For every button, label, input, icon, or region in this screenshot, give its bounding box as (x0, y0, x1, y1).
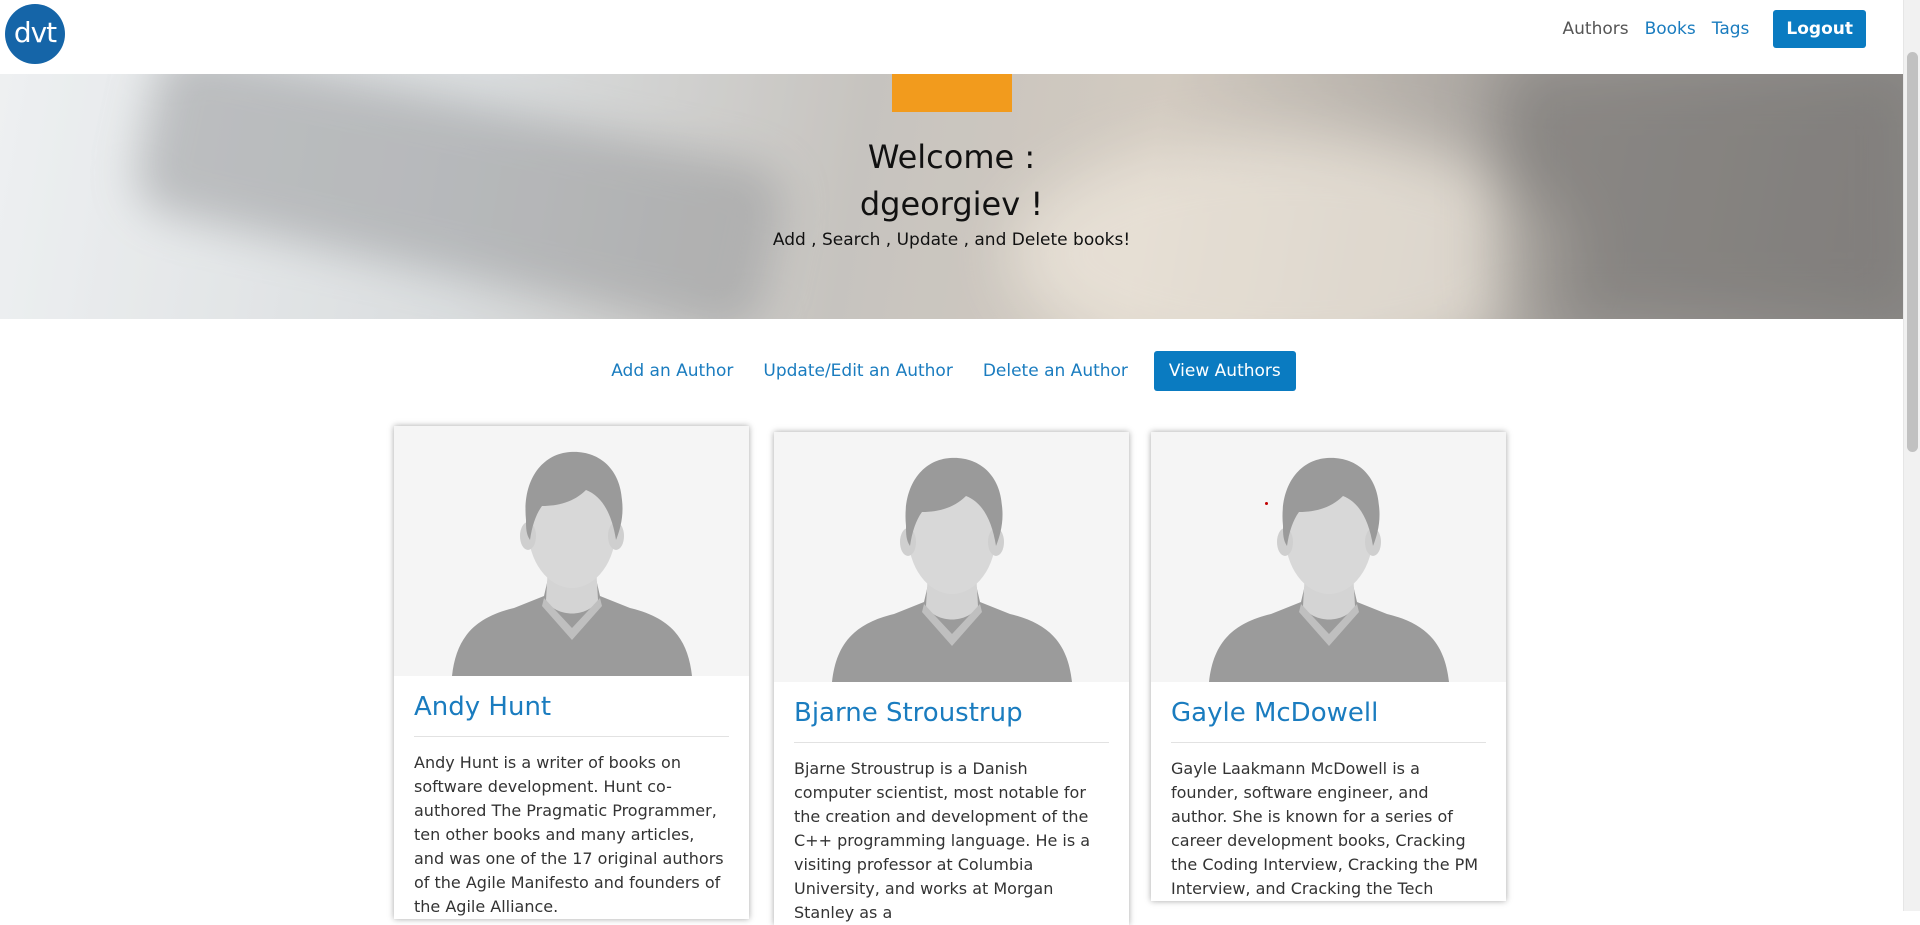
avatar-placeholder-icon (831, 457, 1072, 682)
author-card[interactable]: Gayle McDowell Gayle Laakmann McDowell i… (1151, 432, 1506, 901)
add-author-link[interactable]: Add an Author (607, 361, 737, 381)
nav-link-books[interactable]: Books (1645, 19, 1696, 39)
nav-link-tags[interactable]: Tags (1712, 19, 1750, 39)
delete-author-link[interactable]: Delete an Author (979, 361, 1132, 381)
top-navbar: dvt Authors Books Tags Logout (0, 0, 1903, 74)
author-avatar (774, 432, 1129, 682)
main-nav: Authors Books Tags Logout (1563, 10, 1866, 48)
hero-accent-bar (892, 74, 1012, 112)
logo[interactable]: dvt (5, 4, 65, 64)
author-avatar (1151, 432, 1506, 682)
author-name[interactable]: Gayle McDowell (1171, 698, 1486, 743)
author-description: Andy Hunt is a writer of books on softwa… (414, 753, 724, 916)
author-name[interactable]: Bjarne Stroustrup (794, 698, 1109, 743)
logout-button[interactable]: Logout (1773, 10, 1866, 48)
welcome-heading: Welcome : dgeorgiev ! (0, 134, 1903, 228)
hero-subtitle: Add , Search , Update , and Delete books… (772, 230, 1131, 250)
author-avatar (394, 426, 749, 676)
view-authors-button[interactable]: View Authors (1153, 351, 1296, 391)
page-scrollbar[interactable] (1903, 0, 1920, 911)
welcome-line: Welcome : (867, 138, 1036, 176)
author-card[interactable]: Andy Hunt Andy Hunt is a writer of books… (394, 426, 749, 919)
author-actions: Add an Author Update/Edit an Author Dele… (0, 351, 1903, 391)
scrollbar-thumb[interactable] (1907, 52, 1918, 452)
author-card[interactable]: Bjarne Stroustrup Bjarne Stroustrup is a… (774, 432, 1129, 925)
username: dgeorgiev ! (859, 185, 1044, 223)
nav-link-authors[interactable]: Authors (1563, 19, 1629, 39)
avatar-placeholder-icon (1208, 457, 1449, 682)
hero-banner: Welcome : dgeorgiev ! Add , Search , Upd… (0, 74, 1903, 319)
author-name[interactable]: Andy Hunt (414, 692, 729, 737)
cursor-dot (1265, 502, 1268, 505)
author-description: Bjarne Stroustrup is a Danish computer s… (794, 759, 1091, 922)
update-author-link[interactable]: Update/Edit an Author (759, 361, 956, 381)
avatar-placeholder-icon (451, 451, 692, 676)
author-description: Gayle Laakmann McDowell is a founder, so… (1171, 759, 1479, 898)
